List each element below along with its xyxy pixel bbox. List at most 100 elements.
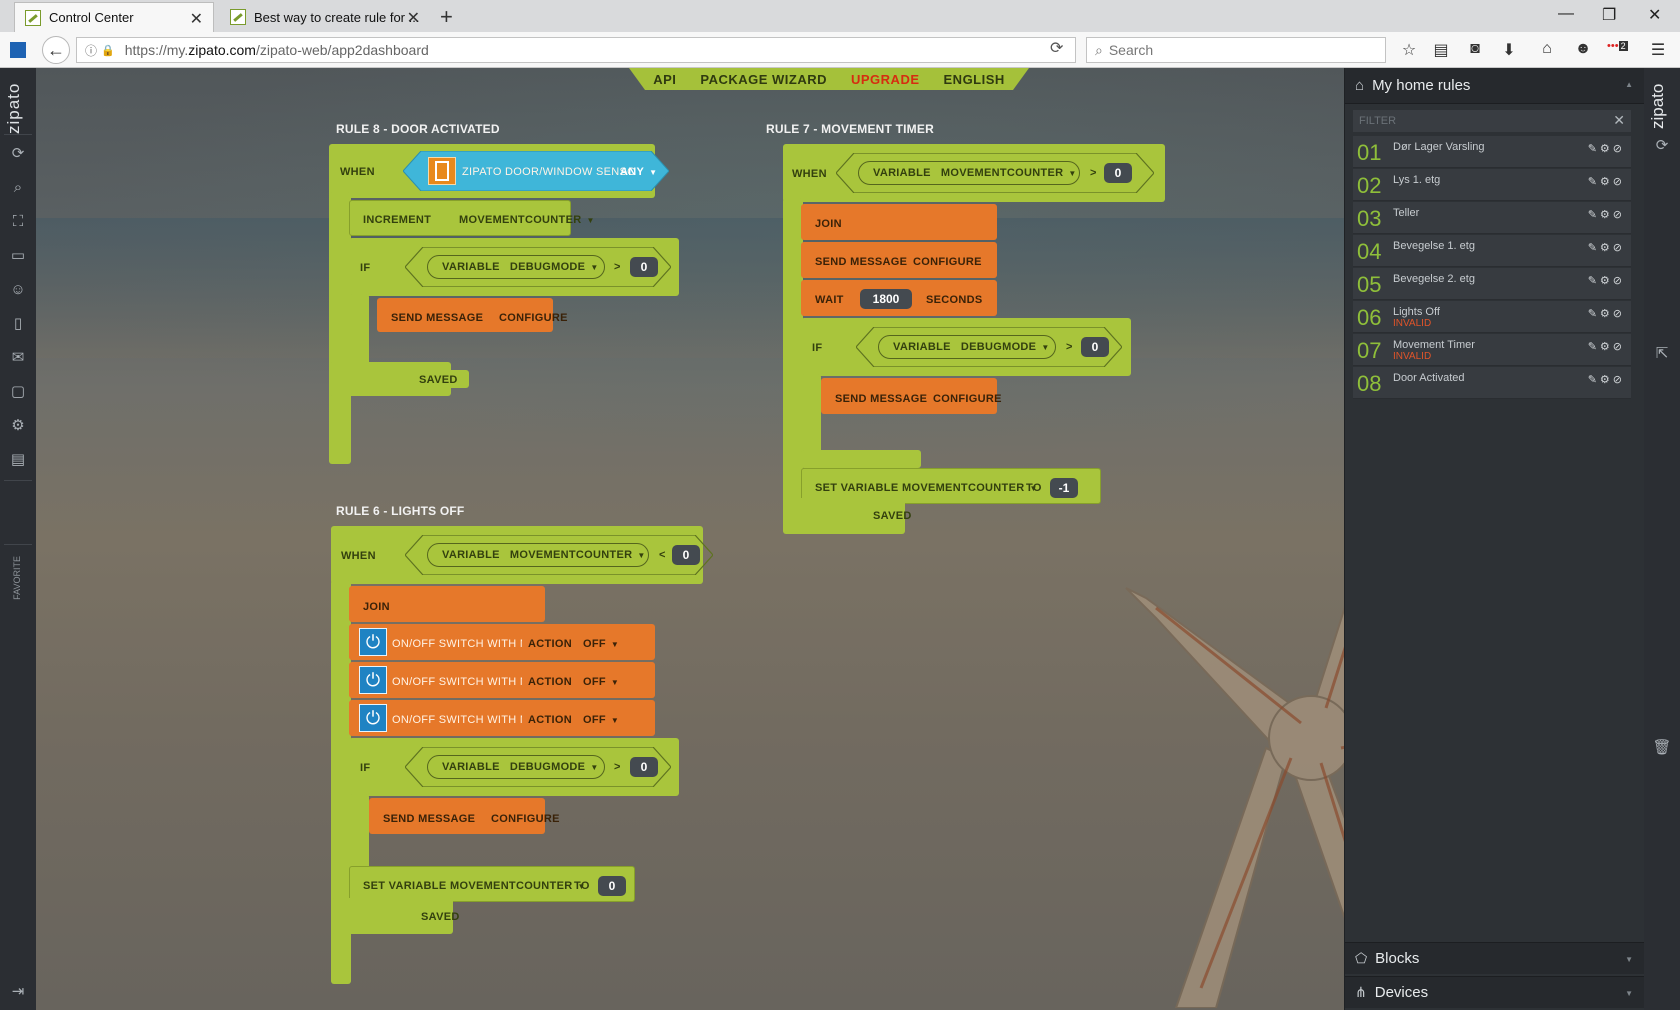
rule-list-item[interactable]: 03 Teller ✎⚙⊘ [1353,202,1631,234]
rule-list-item[interactable]: 02 Lys 1. etg ✎⚙⊘ [1353,169,1631,201]
collapse-caret-icon[interactable]: ▲ [1625,80,1633,89]
rule-actions-icons[interactable]: ✎⚙⊘ [1588,208,1625,221]
reload-icon[interactable]: ⟳ [1050,38,1063,58]
expand-caret-icon[interactable]: ▼ [1625,955,1633,964]
rule-list-item[interactable]: 01 Dør Lager Varsling ✎⚙⊘ [1353,136,1631,168]
rule6-switch3-device[interactable]: ON/OFF SWITCH WITH METER L [392,714,522,726]
my-home-rules-header[interactable]: ⌂ My home rules ▲ [1345,68,1645,104]
rule6-variable-pill[interactable]: VARIABLE MOVEMENTCOUNTER ▼ [427,543,649,567]
devices-section-header[interactable]: ⋔ Devices ▼ [1345,976,1645,1008]
rule7-value-field[interactable]: 0 [1104,163,1132,183]
expand-caret-icon[interactable]: ▼ [1625,989,1633,998]
sync-icon[interactable]: ⟳ [8,144,28,164]
folder-icon[interactable]: ▢ [8,382,28,402]
rule-actions-icons[interactable]: ✎⚙⊘ [1588,175,1625,188]
scenes-icon[interactable]: ▭ [8,246,28,266]
close-tab-icon[interactable]: ✕ [407,8,420,28]
refresh-icon[interactable]: ⟳ [1652,136,1672,156]
restore-icon[interactable]: ❐ [1602,5,1616,25]
rule6-if-operator[interactable]: > [614,761,621,773]
rule6-configure-label[interactable]: CONFIGURE [491,813,560,825]
rule7-operator[interactable]: > [1090,167,1097,179]
rule7-set-value-field[interactable]: -1 [1050,478,1078,498]
rule7-if-operator[interactable]: > [1066,341,1073,353]
rule7-set-var-dropdown[interactable]: MOVEMENTCOUNTER ▼ [902,482,1038,494]
minimize-icon[interactable]: — [1558,5,1574,23]
api-link[interactable]: API [653,72,676,87]
network-icon[interactable]: ⛶ [8,212,28,232]
rule7-wait-value-field[interactable]: 1800 [860,289,912,309]
rule6-set-value-field[interactable]: 0 [598,876,626,896]
upgrade-link[interactable]: UPGRADE [851,72,920,87]
close-tab-icon[interactable]: ✕ [190,9,203,29]
rule8-operator[interactable]: > [614,261,621,273]
home-icon[interactable]: ⌂ [1537,40,1557,58]
trash-icon[interactable]: 🗑 [1652,738,1672,758]
rules-workspace[interactable]: API PACKAGE WIZARD UPGRADE ENGLISH RULE … [36,68,1344,1010]
settings-gear-icon[interactable]: ⚙ [8,416,28,436]
rule6-value-field[interactable]: 0 [672,545,700,565]
rule6-switch2-device[interactable]: ON/OFF SWITCH WITH METER L [392,676,522,688]
info-icon[interactable]: ⓘ [85,42,97,59]
rule-actions-icons[interactable]: ✎⚙⊘ [1588,274,1625,287]
back-arrow-icon[interactable]: ← [42,36,70,64]
rule8-variable-pill[interactable]: VARIABLE DEBUGMODE ▼ [427,255,605,279]
rule8-increment-var-dropdown[interactable]: MOVEMENTCOUNTER ▼ [459,214,595,226]
rule8-value-field[interactable]: 0 [630,257,658,277]
rule-list-item[interactable]: 06 Lights Off INVALID ✎⚙⊘ [1353,301,1631,333]
rule6-set-var-dropdown[interactable]: MOVEMENTCOUNTER ▼ [450,880,586,892]
addon-badge-icon[interactable]: ••• 2 [1607,40,1628,52]
download-icon[interactable]: ⬇ [1499,40,1519,60]
rule-list-item[interactable]: 07 Movement Timer INVALID ✎⚙⊘ [1353,334,1631,366]
rule6-operator[interactable]: < [659,549,666,561]
search-icon[interactable]: ⌕ [8,178,28,198]
external-link-icon[interactable]: ⇱ [1652,344,1672,364]
rule6-switch3-state-dropdown[interactable]: OFF ▼ [583,714,619,726]
rule-actions-icons[interactable]: ✎⚙⊘ [1588,241,1625,254]
rule-actions-icons[interactable]: ✎⚙⊘ [1588,307,1625,320]
chat-icon[interactable]: ☻ [1573,40,1593,58]
rule8-any-dropdown[interactable]: ANY ▼ [620,166,657,178]
site-identity-icon[interactable] [10,42,26,58]
rule8-device-name[interactable]: ZIPATO DOOR/WINDOW SENSC [462,166,635,178]
url-bar[interactable]: ⓘ 🔒 https://my. zipato.com/zipato-web/app… [76,37,1076,63]
rule6-if-value-field[interactable]: 0 [630,757,658,777]
rule-list-item[interactable]: 04 Bevegelse 1. etg ✎⚙⊘ [1353,235,1631,267]
rule-actions-icons[interactable]: ✎⚙⊘ [1588,142,1625,155]
pocket-icon[interactable]: ◙ [1465,40,1485,58]
logout-icon[interactable]: ⇥ [8,982,28,1002]
rule6-if-variable-pill[interactable]: VARIABLE DEBUGMODE ▼ [427,755,605,779]
messages-icon[interactable]: ✉ [8,348,28,368]
rule-list-item[interactable]: 08 Door Activated ✎⚙⊘ [1353,367,1631,399]
rule7-configure-label[interactable]: CONFIGURE [913,256,982,268]
rule6-switch2-state-dropdown[interactable]: OFF ▼ [583,676,619,688]
rule8-configure-label[interactable]: CONFIGURE [499,312,568,324]
package-wizard-link[interactable]: PACKAGE WIZARD [700,72,827,87]
rule6-switch1-device[interactable]: ON/OFF SWITCH WITH METER L [392,638,522,650]
rule-list-item[interactable]: 05 Bevegelse 2. etg ✎⚙⊘ [1353,268,1631,300]
rule-actions-icons[interactable]: ✎⚙⊘ [1588,340,1625,353]
rule-actions-icons[interactable]: ✎⚙⊘ [1588,373,1625,386]
search-input[interactable]: ⌕ Search [1086,37,1386,63]
lock-warning-icon[interactable]: 🔒 [101,44,115,57]
rule7-if-value-field[interactable]: 0 [1081,337,1109,357]
rule7-configure2-label[interactable]: CONFIGURE [933,393,1002,405]
users-icon[interactable]: ☺ [8,280,28,300]
new-tab-icon[interactable]: + [440,4,453,30]
favorite-label[interactable]: FAVORITE [12,556,22,600]
blocks-section-header[interactable]: ⬠ Blocks ▼ [1345,942,1645,974]
window-close-icon[interactable]: ✕ [1648,5,1661,25]
tab-best-way[interactable]: Best way to create rule for ... ✕ [220,2,430,32]
rule7-variable-pill[interactable]: VARIABLE MOVEMENTCOUNTER ▼ [858,161,1080,185]
rule6-switch1-state-dropdown[interactable]: OFF ▼ [583,638,619,650]
devices-icon[interactable]: ▯ [8,314,28,334]
tab-control-center[interactable]: Control Center ✕ [14,2,214,32]
filter-input[interactable]: FILTER ✕ [1353,110,1631,132]
bookmark-star-icon[interactable]: ☆ [1399,40,1419,60]
hamburger-menu-icon[interactable]: ☰ [1648,40,1668,60]
rule7-if-variable-pill[interactable]: VARIABLE DEBUGMODE ▼ [878,335,1056,359]
reading-list-icon[interactable]: ▤ [1431,40,1451,60]
clear-filter-icon[interactable]: ✕ [1613,112,1625,129]
clipboard-icon[interactable]: ▤ [8,450,28,470]
language-link[interactable]: ENGLISH [944,72,1005,87]
